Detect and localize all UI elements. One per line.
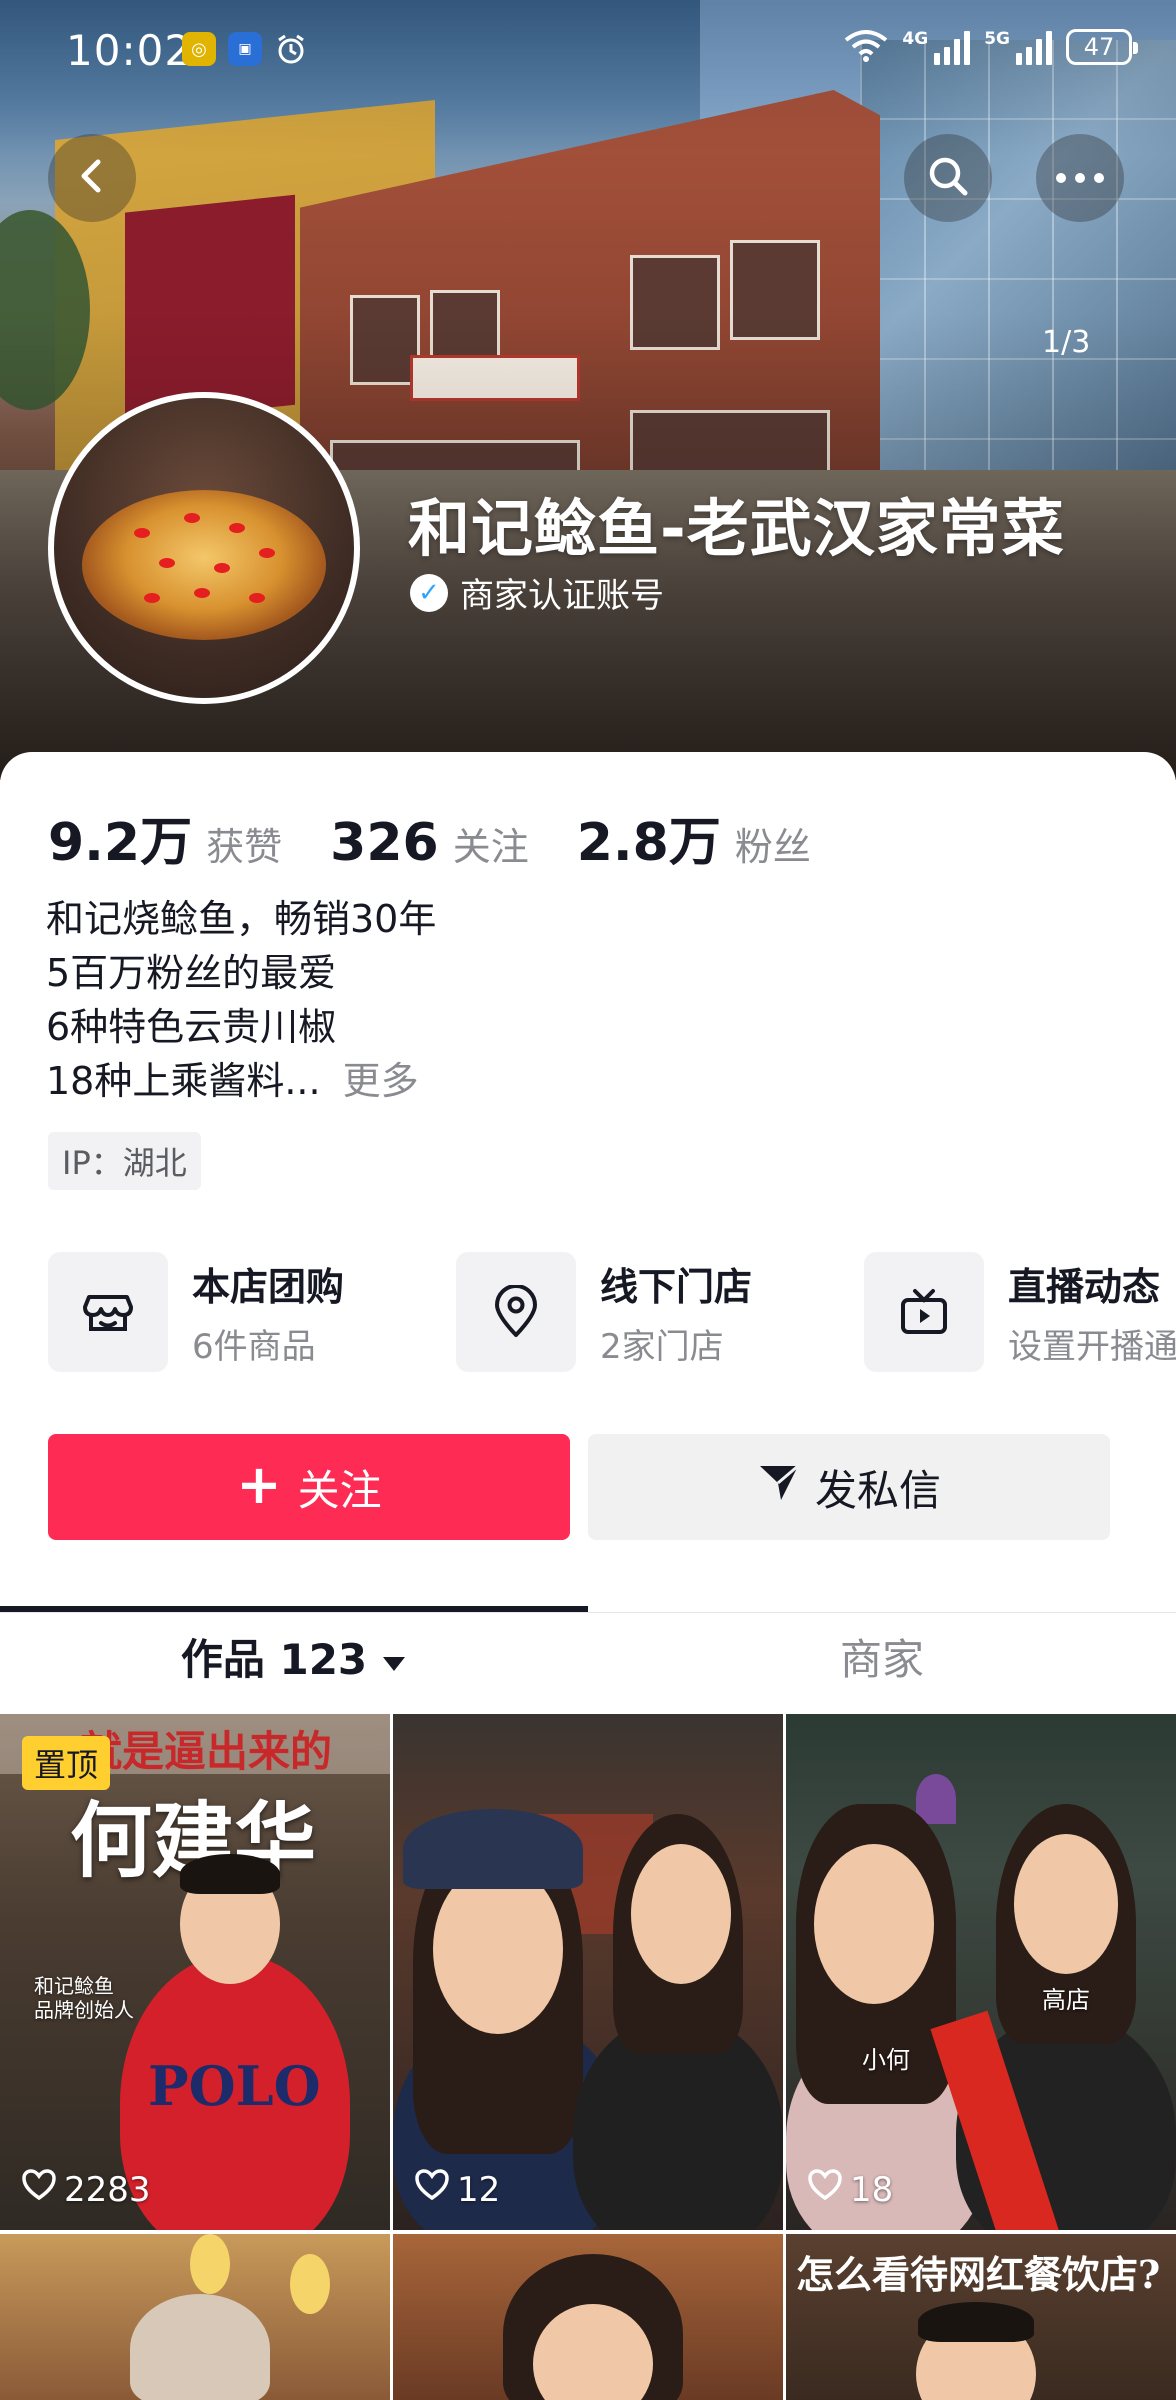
- verified-icon: ✓: [410, 573, 448, 612]
- video-grid: 就是逼出来的 何建华 POLO 和记鲶鱼 品牌创始人 置顶 2283 12 小何…: [0, 1714, 1176, 2400]
- service-group-buy[interactable]: 本店团购 6件商品: [48, 1252, 344, 1372]
- tab-works[interactable]: 作品 123: [0, 1600, 588, 1712]
- alarm-icon: [274, 32, 308, 66]
- wifi-icon: [844, 28, 888, 66]
- status-time: 10:02: [66, 26, 193, 75]
- stat-followers[interactable]: 2.8万 粉丝: [577, 800, 811, 875]
- cover-page-indicator: 1/3: [1042, 325, 1091, 360]
- follow-button[interactable]: + 关注: [48, 1434, 570, 1540]
- bio-line: 6种特色云贵川椒: [46, 1005, 337, 1049]
- video-thumbnail[interactable]: 12: [393, 1714, 783, 2230]
- video-thumbnail[interactable]: 怎么看待网红餐饮店?: [786, 2234, 1176, 2400]
- ip-location-tag: IP：湖北: [48, 1132, 201, 1190]
- store-icon: [48, 1252, 168, 1372]
- video-like-count: 18: [808, 2169, 893, 2210]
- status-bar: 10:02 ◎ ▣ 4G 5G 47: [0, 0, 1176, 100]
- video-thumbnail[interactable]: 小何 高店 18: [786, 1714, 1176, 2230]
- video-thumbnail[interactable]: [0, 2234, 390, 2400]
- profile-name: 和记鲶鱼-老武汉家常菜: [408, 492, 1065, 565]
- service-row: 本店团购 6件商品 线下门店 2家门店 直播动态 设置开播通知: [48, 1252, 1176, 1374]
- divider: [0, 1612, 1176, 1613]
- location-pin-icon: [456, 1252, 576, 1372]
- search-icon: [925, 153, 971, 203]
- video-title-overlay: 怎么看待网红餐饮店?: [796, 2252, 1161, 2297]
- video-caption: 高店: [1042, 1986, 1090, 2014]
- send-arrow-icon: [757, 1460, 801, 1514]
- bio-more-link[interactable]: 更多: [343, 1059, 419, 1103]
- heart-icon: [22, 2169, 56, 2210]
- profile-bio[interactable]: 和记烧鲶鱼，畅销30年 5百万粉丝的最爱 6种特色云贵川椒 18种上乘酱料...…: [46, 892, 436, 1108]
- stat-following[interactable]: 326 关注: [330, 813, 529, 873]
- signal-icon: 4G: [902, 29, 971, 65]
- app-notification-icon: ▣: [228, 32, 262, 66]
- video-like-count: 12: [415, 2169, 500, 2210]
- service-stores[interactable]: 线下门店 2家门店: [456, 1252, 752, 1372]
- heart-icon: [808, 2169, 842, 2210]
- profile-tabs: 作品 123 商家: [0, 1600, 1176, 1712]
- heart-icon: [415, 2169, 449, 2210]
- stat-likes[interactable]: 9.2万 获赞: [48, 800, 282, 875]
- back-button[interactable]: [48, 134, 136, 222]
- service-live[interactable]: 直播动态 设置开播通知: [864, 1252, 1176, 1372]
- video-thumbnail[interactable]: 就是逼出来的 何建华 POLO 和记鲶鱼 品牌创始人 置顶 2283: [0, 1714, 390, 2230]
- video-title-overlay: 就是逼出来的: [80, 1727, 333, 1776]
- tab-shop[interactable]: 商家: [588, 1600, 1176, 1712]
- bio-line: 5百万粉丝的最爱: [46, 951, 337, 995]
- tv-live-icon: [864, 1252, 984, 1372]
- profile-stats: 9.2万 获赞 326 关注 2.8万 粉丝: [48, 800, 859, 875]
- message-button[interactable]: 发私信: [588, 1434, 1110, 1540]
- pinned-badge: 置顶: [22, 1736, 111, 1790]
- video-caption: 和记鲶鱼 品牌创始人: [34, 1974, 134, 2022]
- more-dots-icon: [1055, 169, 1105, 188]
- caret-down-icon: [381, 1634, 407, 1683]
- battery-icon: 47: [1066, 29, 1138, 65]
- video-caption: 小何: [862, 2046, 910, 2074]
- search-button[interactable]: [904, 134, 992, 222]
- verified-label: 商家认证账号: [460, 576, 664, 616]
- signal-icon: 5G: [984, 29, 1052, 65]
- avatar[interactable]: [48, 392, 360, 704]
- verified-badge[interactable]: ✓ 商家认证账号: [410, 568, 664, 617]
- app-notification-icon: ◎: [182, 32, 216, 66]
- bio-line: 18种上乘酱料...: [46, 1059, 321, 1103]
- plus-icon: +: [236, 1453, 282, 1516]
- bio-line: 和记烧鲶鱼，畅销30年: [46, 897, 437, 941]
- more-button[interactable]: [1036, 134, 1124, 222]
- video-like-count: 2283: [22, 2169, 151, 2210]
- chevron-left-icon: [72, 156, 112, 200]
- video-thumbnail[interactable]: [393, 2234, 783, 2400]
